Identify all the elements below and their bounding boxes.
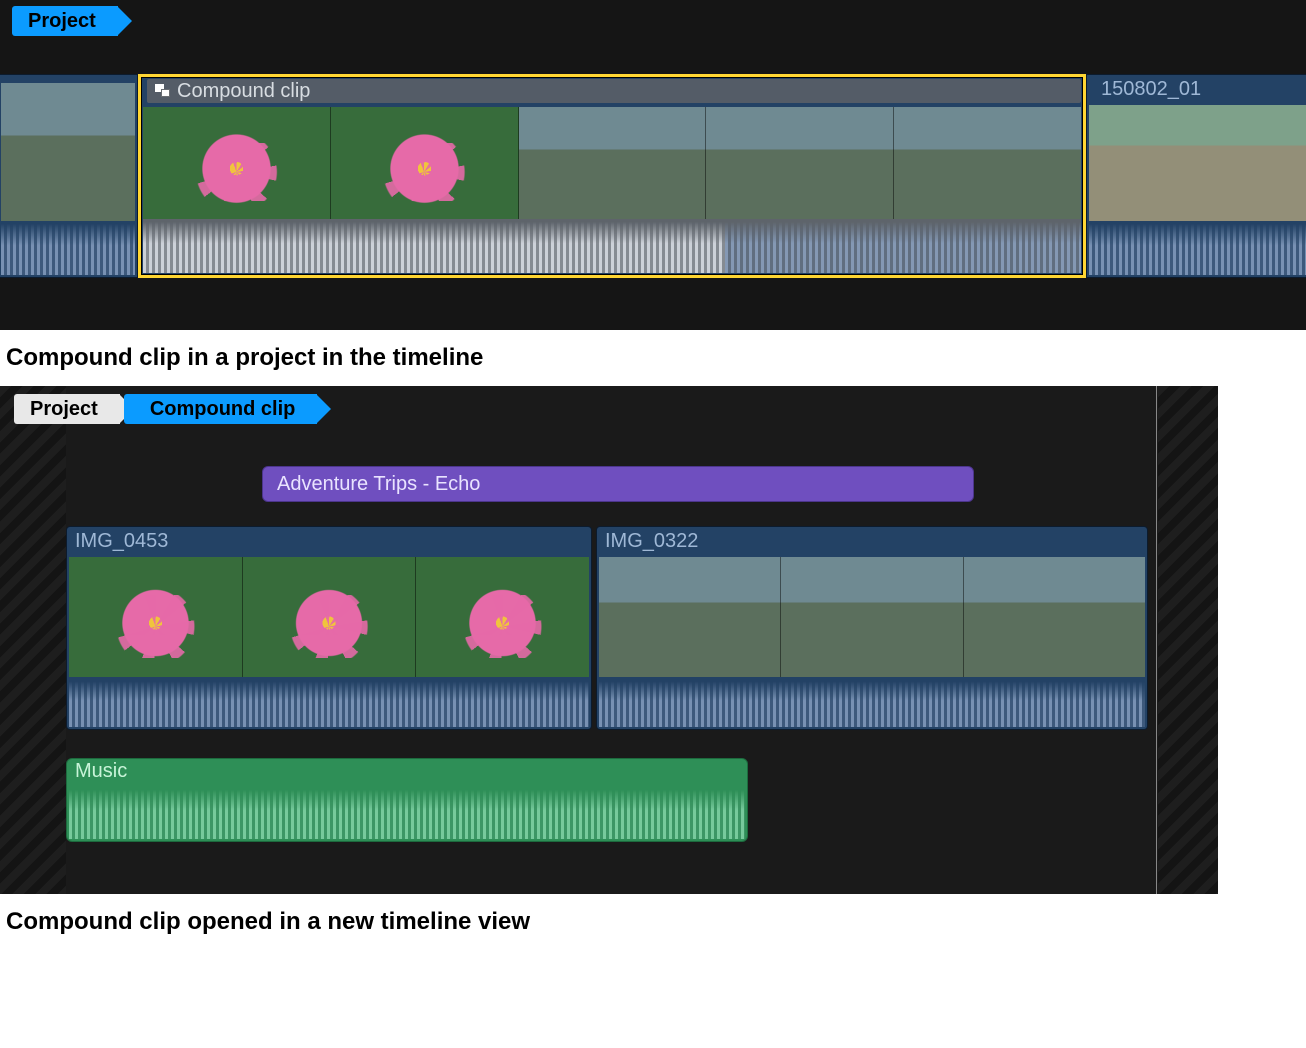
thumbnail — [69, 557, 243, 677]
thumbnail — [143, 107, 331, 219]
compound-clip-name: Compound clip — [177, 80, 310, 103]
title-clip[interactable]: Adventure Trips - Echo — [262, 466, 974, 502]
thumbnail — [599, 557, 781, 677]
title-clip-name: Adventure Trips - Echo — [277, 473, 480, 495]
clip-right-partial[interactable]: 150802_01 — [1086, 74, 1306, 278]
clip-left-partial[interactable] — [0, 74, 138, 278]
video-clip-2[interactable]: IMG_0322 — [596, 526, 1148, 730]
audio-clip[interactable]: Music — [66, 758, 748, 842]
out-of-range-right — [1158, 386, 1218, 894]
thumbnail — [1089, 105, 1306, 221]
breadcrumb-compound[interactable]: Compound clip — [124, 394, 318, 424]
video-clip-2-name: IMG_0322 — [605, 529, 698, 553]
breadcrumb-project[interactable]: Project — [12, 6, 118, 36]
breadcrumb-project[interactable]: Project — [14, 394, 120, 424]
thumbnail — [331, 107, 519, 219]
compound-clip-label: Compound clip — [147, 79, 1081, 103]
thumbnail — [519, 107, 707, 219]
clip-right-name: 150802_01 — [1093, 77, 1306, 101]
thumbnail — [964, 557, 1145, 677]
thumbnail — [243, 557, 417, 677]
thumbnail — [894, 107, 1081, 219]
thumbnail — [416, 557, 589, 677]
breadcrumb: Project — [12, 4, 118, 38]
thumbnail — [781, 557, 963, 677]
caption-top: Compound clip in a project in the timeli… — [0, 330, 1306, 386]
caption-bottom: Compound clip opened in a new timeline v… — [0, 894, 1306, 950]
audio-clip-name: Music — [75, 759, 127, 783]
video-clip-1[interactable]: IMG_0453 — [66, 526, 592, 730]
breadcrumb: Project Compound clip — [14, 392, 317, 426]
video-clip-1-name: IMG_0453 — [75, 529, 168, 553]
timeline-compound-inside[interactable]: Project Compound clip Adventure Trips - … — [0, 386, 1218, 894]
compound-clip-icon — [155, 84, 171, 98]
compound-clip[interactable]: Compound clip — [138, 74, 1086, 278]
out-of-range-left — [0, 386, 66, 894]
playhead[interactable] — [1156, 386, 1157, 894]
timeline-project-view[interactable]: Project Compound clip — [0, 0, 1306, 330]
thumbnail — [706, 107, 894, 219]
